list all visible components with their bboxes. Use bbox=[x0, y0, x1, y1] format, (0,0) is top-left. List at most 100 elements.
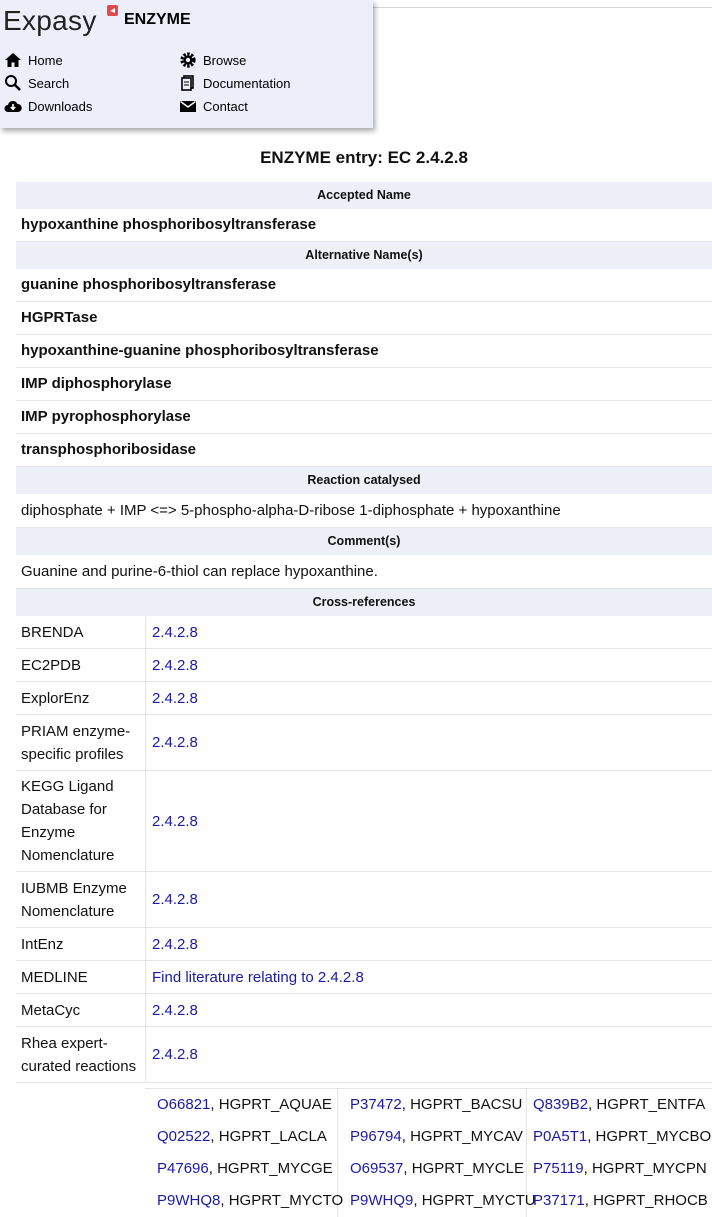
xref-name: MetaCyc bbox=[16, 994, 146, 1026]
uniprot-cell: P0A5T1, HGPRT_MYCBO bbox=[533, 1128, 712, 1145]
xref-link[interactable]: 2.4.2.8 bbox=[152, 1046, 198, 1063]
uniprot-accession-link[interactable]: O66821 bbox=[157, 1096, 210, 1113]
xref-row: MetaCyc 2.4.2.8 bbox=[16, 994, 712, 1027]
nav-home-label: Home bbox=[28, 52, 63, 68]
mail-icon bbox=[179, 97, 197, 115]
search-icon bbox=[4, 74, 22, 92]
xref-name: PRIAM enzyme-specific profiles bbox=[16, 715, 146, 770]
xref-row: IUBMB Enzyme Nomenclature 2.4.2.8 bbox=[16, 872, 712, 928]
xref-name: EC2PDB bbox=[16, 649, 146, 681]
nav-downloads-label: Downloads bbox=[28, 98, 93, 114]
logo-text: Expasy bbox=[3, 5, 97, 36]
alt-name: IMP diphosphorylase bbox=[16, 368, 712, 401]
xref-row: EC2PDB 2.4.2.8 bbox=[16, 649, 712, 682]
xref-link[interactable]: 2.4.2.8 bbox=[152, 891, 198, 908]
uniprot-row: Q02522, HGPRT_LACLA P96794, HGPRT_MYCAV … bbox=[145, 1121, 712, 1153]
xref-name: IntEnz bbox=[16, 928, 146, 960]
reaction-text: diphosphate + IMP <=> 5-phospho-alpha-D-… bbox=[16, 494, 712, 528]
xref-link[interactable]: 2.4.2.8 bbox=[152, 624, 198, 641]
uniprot-id: HGPRT_RHOCB bbox=[593, 1192, 708, 1209]
alt-name: HGPRTase bbox=[16, 302, 712, 335]
xref-row: IntEnz 2.4.2.8 bbox=[16, 928, 712, 961]
uniprot-cell: P47696, HGPRT_MYCGE bbox=[145, 1153, 338, 1185]
uniprot-accession-link[interactable]: P37171 bbox=[533, 1192, 585, 1209]
nav-search-label: Search bbox=[28, 75, 70, 91]
uniprot-cell: P96794, HGPRT_MYCAV bbox=[338, 1121, 527, 1153]
uniprot-cell: P37472, HGPRT_BACSU bbox=[338, 1089, 527, 1121]
cloud-download-icon bbox=[4, 97, 22, 115]
xref-name: BRENDA bbox=[16, 616, 146, 648]
uniprot-cell: P75119, HGPRT_MYCPN bbox=[533, 1160, 707, 1177]
uniprot-accession-link[interactable]: P9WHQ8 bbox=[157, 1192, 220, 1209]
xref-link[interactable]: 2.4.2.8 bbox=[152, 690, 198, 707]
expasy-logo[interactable]: Expasy bbox=[3, 4, 97, 38]
xref-link[interactable]: Find literature relating to 2.4.2.8 bbox=[152, 969, 364, 986]
nav-contact-label: Contact bbox=[203, 98, 248, 114]
home-icon bbox=[4, 51, 22, 69]
nav-documentation[interactable]: Documentation bbox=[179, 73, 290, 93]
nav-contact[interactable]: Contact bbox=[179, 96, 248, 116]
nav-documentation-label: Documentation bbox=[203, 75, 291, 91]
accepted-name-header: Accepted Name bbox=[16, 182, 712, 209]
uniprot-accession-link[interactable]: Q839B2 bbox=[533, 1096, 588, 1113]
xref-row: PRIAM enzyme-specific profiles 2.4.2.8 bbox=[16, 715, 712, 771]
uniprot-cell: P9WHQ9, HGPRT_MYCTU bbox=[338, 1185, 536, 1217]
uniprot-accession-link[interactable]: P75119 bbox=[533, 1160, 584, 1177]
uniprot-id: HGPRT_MYCTU bbox=[421, 1192, 536, 1209]
document-icon bbox=[179, 74, 197, 92]
alt-name: guanine phosphoribosyltransferase bbox=[16, 269, 712, 302]
xref-row: MEDLINE Find literature relating to 2.4.… bbox=[16, 961, 712, 994]
xref-link[interactable]: 2.4.2.8 bbox=[152, 1002, 198, 1019]
uniprot-id: HGPRT_AQUAE bbox=[218, 1096, 332, 1113]
comment-header: Comment(s) bbox=[16, 528, 712, 555]
xref-link[interactable]: 2.4.2.8 bbox=[152, 936, 198, 953]
gear-icon bbox=[179, 51, 197, 69]
uniprot-id: HGPRT_MYCPN bbox=[591, 1160, 707, 1177]
uniprot-accession-link[interactable]: P9WHQ9 bbox=[350, 1192, 413, 1209]
nav-browse-label: Browse bbox=[203, 52, 247, 68]
uniprot-id: HGPRT_MYCTO bbox=[228, 1192, 344, 1209]
app-name[interactable]: ENZYME bbox=[124, 11, 191, 29]
uniprot-row: P47696, HGPRT_MYCGE O69537, HGPRT_MYCLE … bbox=[145, 1153, 712, 1185]
uniprot-table: O66821, HGPRT_AQUAE P37472, HGPRT_BACSU … bbox=[145, 1088, 712, 1217]
uniprot-id: HGPRT_MYCGE bbox=[217, 1160, 333, 1177]
uniprot-row: O66821, HGPRT_AQUAE P37472, HGPRT_BACSU … bbox=[145, 1089, 712, 1121]
uniprot-row: P9WHQ8, HGPRT_MYCTO P9WHQ9, HGPRT_MYCTU … bbox=[145, 1185, 712, 1217]
alt-name: hypoxanthine-guanine phosphoribosyltrans… bbox=[16, 335, 712, 368]
uniprot-accession-link[interactable]: Q02522 bbox=[157, 1128, 210, 1145]
uniprot-cell: P37171, HGPRT_RHOCB bbox=[533, 1192, 708, 1209]
xref-name: IUBMB Enzyme Nomenclature bbox=[16, 872, 146, 927]
nav-home[interactable]: Home bbox=[4, 50, 63, 70]
xref-link[interactable]: 2.4.2.8 bbox=[152, 813, 198, 830]
uniprot-id: HGPRT_MYCAV bbox=[410, 1128, 523, 1145]
uniprot-id: HGPRT_BACSU bbox=[410, 1096, 523, 1113]
uniprot-accession-link[interactable]: O69537 bbox=[350, 1160, 403, 1177]
uniprot-id: HGPRT_ENTFA bbox=[596, 1096, 706, 1113]
uniprot-accession-link[interactable]: P47696 bbox=[157, 1160, 209, 1177]
xref-name: MEDLINE bbox=[16, 961, 146, 993]
xref-link[interactable]: 2.4.2.8 bbox=[152, 734, 198, 751]
nav-search[interactable]: Search bbox=[4, 73, 69, 93]
header-panel: Expasy ENZYME Home Browse Search Documen… bbox=[0, 0, 373, 128]
alt-name: transphosphoribosidase bbox=[16, 434, 712, 467]
uniprot-cell: O69537, HGPRT_MYCLE bbox=[338, 1153, 527, 1185]
uniprot-cell: P9WHQ8, HGPRT_MYCTO bbox=[145, 1185, 343, 1217]
reaction-header: Reaction catalysed bbox=[16, 467, 712, 494]
nav-browse[interactable]: Browse bbox=[179, 50, 246, 70]
uniprot-id: HGPRT_MYCLE bbox=[411, 1160, 524, 1177]
uniprot-accession-link[interactable]: P96794 bbox=[350, 1128, 402, 1145]
alt-name: IMP pyrophosphorylase bbox=[16, 401, 712, 434]
xref-name: ExplorEnz bbox=[16, 682, 146, 714]
nav-downloads[interactable]: Downloads bbox=[4, 96, 92, 116]
uniprot-cell: Q839B2, HGPRT_ENTFA bbox=[533, 1096, 706, 1113]
logo-badge-icon bbox=[107, 5, 118, 16]
accepted-name: hypoxanthine phosphoribosyltransferase bbox=[16, 209, 712, 242]
xref-name: KEGG Ligand Database for Enzyme Nomencla… bbox=[16, 771, 146, 871]
uniprot-accession-link[interactable]: P37472 bbox=[350, 1096, 402, 1113]
comment-text: Guanine and purine-6-thiol can replace h… bbox=[16, 555, 712, 589]
xref-header: Cross-references bbox=[16, 589, 712, 616]
uniprot-accession-link[interactable]: P0A5T1 bbox=[533, 1128, 587, 1145]
uniprot-id: HGPRT_LACLA bbox=[218, 1128, 327, 1145]
xref-link[interactable]: 2.4.2.8 bbox=[152, 657, 198, 674]
uniprot-cell: Q02522, HGPRT_LACLA bbox=[145, 1121, 338, 1153]
